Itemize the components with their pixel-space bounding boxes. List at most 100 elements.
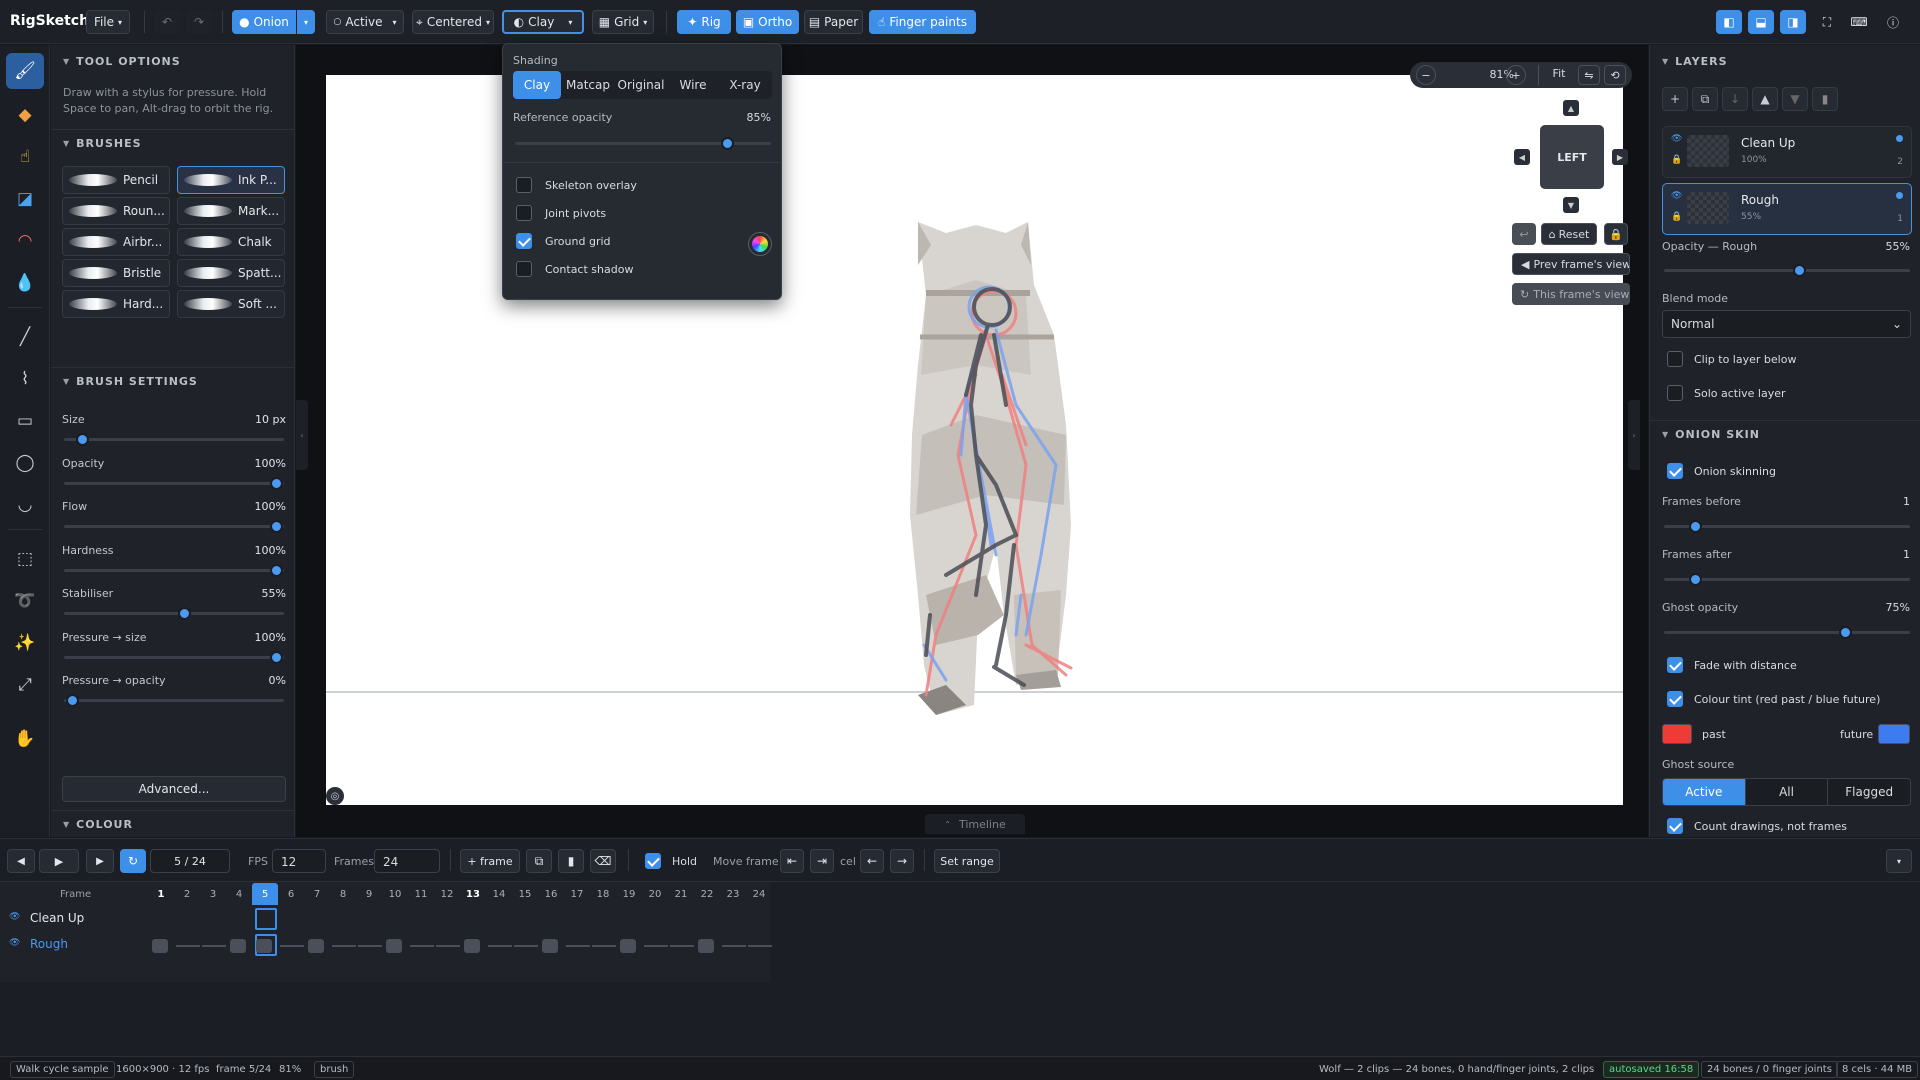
- ortho-toggle[interactable]: ▣ Ortho: [736, 10, 799, 34]
- brush-settings-header[interactable]: ▼ BRUSH SETTINGS: [51, 367, 294, 395]
- solo-layer-checkbox[interactable]: [1667, 385, 1683, 401]
- frame-number[interactable]: 13: [460, 883, 486, 905]
- ghost-opacity-slider[interactable]: [1664, 626, 1910, 639]
- slider-track[interactable]: [64, 476, 284, 490]
- loop-button[interactable]: ↻: [120, 849, 146, 873]
- prev-frame-button[interactable]: ◀: [7, 849, 35, 873]
- keyframe-cel[interactable]: [308, 939, 324, 953]
- shading-option-checkbox[interactable]: [516, 261, 532, 277]
- redo-button[interactable]: ↷: [186, 10, 212, 34]
- onion-skinning-checkbox[interactable]: [1667, 463, 1683, 479]
- info-button[interactable]: ⓘ: [1880, 10, 1906, 34]
- timeline-options-button[interactable]: ▾: [1886, 849, 1912, 873]
- grid-color-picker[interactable]: [749, 233, 771, 255]
- ghost-source-option[interactable]: All: [1744, 779, 1828, 805]
- brush-preset[interactable]: Airbr...: [62, 228, 170, 256]
- magic-tool-button[interactable]: ✨: [6, 625, 44, 661]
- prev-frame-view-button[interactable]: ◀ Prev frame's view: [1512, 253, 1630, 275]
- shading-mode-option[interactable]: Original: [615, 71, 667, 99]
- onion-toggle[interactable]: ● Onion: [232, 10, 296, 34]
- zoom-out-button[interactable]: −: [1416, 65, 1436, 85]
- keyframe-cel[interactable]: [230, 939, 246, 953]
- frame-number[interactable]: 20: [642, 883, 668, 905]
- active-dropdown[interactable]: ○ Active ▾: [326, 10, 404, 34]
- move-frame-left-button[interactable]: ⇤: [780, 849, 804, 873]
- eraser-tool-button[interactable]: ◆: [6, 97, 44, 133]
- orbit-up-button[interactable]: ▲: [1563, 100, 1579, 116]
- brush-preset[interactable]: Pencil: [62, 166, 170, 194]
- layer-opacity-knob[interactable]: [1792, 264, 1806, 277]
- collapse-left-handle[interactable]: ‹: [296, 400, 308, 470]
- blend-mode-select[interactable]: Normal ⌄: [1662, 310, 1911, 338]
- brushes-header[interactable]: ▼ BRUSHES: [51, 129, 294, 157]
- rig-toggle[interactable]: ✦ Rig: [677, 10, 731, 34]
- count-drawings-checkbox[interactable]: [1667, 818, 1683, 834]
- slider-knob[interactable]: [270, 650, 283, 664]
- frame-number[interactable]: 1: [148, 883, 174, 905]
- fill-tool-button[interactable]: ◪: [6, 181, 44, 217]
- cel-right-button[interactable]: →: [890, 849, 914, 873]
- shading-mode-option[interactable]: Matcap: [563, 71, 613, 99]
- slider-knob[interactable]: [76, 433, 90, 446]
- frame-number[interactable]: 10: [382, 883, 408, 905]
- curve-tool-button[interactable]: ⌇: [6, 361, 44, 397]
- flip-button[interactable]: ⇋: [1578, 65, 1600, 85]
- frame-number[interactable]: 3: [200, 883, 226, 905]
- smudge-tool-button[interactable]: ☝: [6, 139, 44, 175]
- keyframe-cel[interactable]: [464, 939, 480, 953]
- frame-number[interactable]: 2: [174, 883, 200, 905]
- future-colour-swatch[interactable]: [1878, 724, 1910, 744]
- slider-track[interactable]: [64, 563, 284, 577]
- orbit-down-button[interactable]: ▼: [1563, 197, 1579, 213]
- lasso-tool-button[interactable]: ➰: [6, 583, 44, 619]
- centered-dropdown[interactable]: ⌖ Centered ▾: [412, 10, 494, 34]
- slider-knob[interactable]: [270, 520, 283, 533]
- orbit-right-button[interactable]: ▶: [1612, 149, 1628, 165]
- cel-left-button[interactable]: ←: [860, 849, 884, 873]
- brush-preset[interactable]: Roun...: [62, 197, 170, 225]
- layer-row[interactable]: 👁 🔒 Rough 55% 1: [1662, 183, 1912, 235]
- slider-track[interactable]: [64, 433, 284, 446]
- current-frame-cell[interactable]: [255, 908, 277, 930]
- brush-preset[interactable]: Ink P...: [177, 166, 285, 194]
- add-layer-button[interactable]: +: [1662, 87, 1688, 111]
- fit-button[interactable]: Fit: [1544, 67, 1574, 80]
- frame-number[interactable]: 6: [278, 883, 304, 905]
- duplicate-frame-button[interactable]: ⧉: [526, 849, 552, 873]
- shading-mode-option[interactable]: X-ray: [719, 71, 771, 99]
- frame-number[interactable]: 8: [330, 883, 356, 905]
- paper-toggle[interactable]: ▤ Paper: [804, 10, 863, 34]
- merge-down-button[interactable]: ↓: [1722, 87, 1748, 111]
- rainbow-tool-button[interactable]: ◠: [6, 223, 44, 259]
- keyframe-cel[interactable]: [152, 939, 168, 953]
- collapse-right-handle[interactable]: ›: [1628, 400, 1640, 470]
- frames-count-input[interactable]: 24: [374, 849, 440, 873]
- clear-frame-button[interactable]: ⌫: [590, 849, 616, 873]
- duplicate-layer-button[interactable]: ⧉: [1692, 87, 1718, 111]
- camera-button[interactable]: ◎: [326, 787, 344, 805]
- move-frame-right-button[interactable]: ⇥: [810, 849, 834, 873]
- frame-number[interactable]: 17: [564, 883, 590, 905]
- grid-dropdown[interactable]: ▦ Grid ▾: [592, 10, 654, 34]
- frame-number[interactable]: 21: [668, 883, 694, 905]
- pan-tool-button[interactable]: ✋: [6, 721, 44, 757]
- ghost-source-option[interactable]: Flagged: [1827, 779, 1910, 805]
- slider-knob[interactable]: [270, 476, 283, 490]
- ellipse-tool-button[interactable]: ◯: [6, 445, 44, 481]
- lock-icon[interactable]: 🔒: [1671, 155, 1682, 165]
- this-frame-view-button[interactable]: ↻ This frame's view: [1512, 283, 1630, 305]
- keyboard-button[interactable]: ⌨: [1846, 10, 1872, 34]
- slider-knob[interactable]: [178, 607, 192, 620]
- select-tool-button[interactable]: ⬚: [6, 541, 44, 577]
- frame-number[interactable]: 15: [512, 883, 538, 905]
- keyframe-cel[interactable]: [620, 939, 636, 953]
- frame-number[interactable]: 4: [226, 883, 252, 905]
- timeline-tab[interactable]: ⌃ Timeline: [925, 814, 1025, 834]
- slider-track[interactable]: [64, 694, 284, 707]
- eye-icon[interactable]: 👁: [1671, 134, 1682, 144]
- brush-preset[interactable]: Chalk: [177, 228, 285, 256]
- finger-paints-toggle[interactable]: ☝ Finger paints: [869, 10, 976, 34]
- slider-track[interactable]: [64, 650, 284, 664]
- layer-opacity-slider[interactable]: [1664, 264, 1910, 277]
- frame-number[interactable]: 24: [746, 883, 772, 905]
